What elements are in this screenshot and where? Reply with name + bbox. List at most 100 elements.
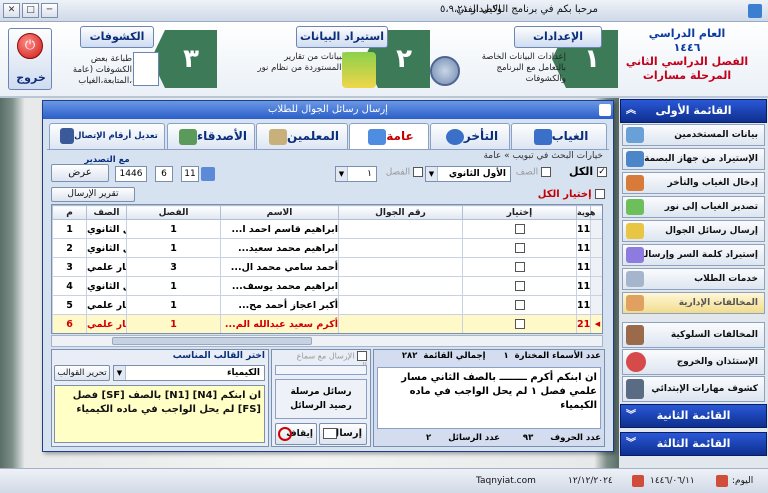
calendar-icon[interactable] xyxy=(201,167,215,181)
row-checkbox[interactable] xyxy=(514,224,525,234)
close-icon[interactable]: ✕ xyxy=(3,3,20,18)
edit-templates-button[interactable]: تحرير القوالب xyxy=(54,365,110,381)
row-checkbox[interactable] xyxy=(514,319,525,329)
tab-general[interactable]: عامة xyxy=(349,123,429,150)
term-value: الفصل الدراسي الثاني xyxy=(625,55,749,68)
table-row[interactable]: 2الأول الثانوي1ابراهيم محمد سعيد... 1116 xyxy=(52,238,602,258)
template-text[interactable]: ان ابنكم [N4] [N1] بالصف [SF] فصل [FS] ل… xyxy=(54,385,265,443)
col-header-index[interactable]: م xyxy=(52,205,87,220)
table-row[interactable]: 1الأول الثانوي1ابراهيم قاسم احمد ا...111… xyxy=(52,219,602,239)
date-day[interactable]: 11 xyxy=(181,166,199,182)
audio-checkbox[interactable] xyxy=(357,351,367,361)
title-bar: ✕ □ ─ الاصدار ٥،٩،٢١ مرحبا بكم في برنامج… xyxy=(0,0,768,22)
col-header-id[interactable]: هوية xyxy=(576,205,595,220)
all-checkbox[interactable] xyxy=(597,167,607,177)
breadcrumb: خيارات البحث في تبويب » عامة xyxy=(483,151,603,161)
table-row[interactable]: 3الثاني مسار علمي3أحمد سامي محمد ال...11… xyxy=(52,257,602,277)
send-report-button[interactable]: تقرير الإرسال xyxy=(51,187,135,202)
section-filter[interactable]: الفصل xyxy=(379,167,423,178)
date-month[interactable]: 6 xyxy=(155,166,173,182)
sidebar-item-skills[interactable]: كشوف مهارات الإبتدائي xyxy=(622,376,765,402)
date-year[interactable]: 1446 xyxy=(115,166,147,182)
stop-button[interactable]: إيقاف xyxy=(275,423,317,445)
col-header-phone[interactable]: رقم الجوال xyxy=(338,205,463,220)
sidebar-group-3[interactable]: ︾ القائمة الثالثة xyxy=(620,432,767,456)
row-checkbox[interactable] xyxy=(514,243,525,253)
row-indicator: ◀ xyxy=(590,314,602,333)
year-value: ١٤٤٦ xyxy=(673,41,701,54)
horizontal-scrollbar[interactable] xyxy=(51,335,603,347)
tab-edit-numbers[interactable]: تعديل أرقام الإتصال مع التصدير xyxy=(49,123,165,165)
row-checkbox[interactable] xyxy=(514,262,525,272)
cell-select[interactable] xyxy=(462,276,577,296)
sidebar-item-student-services[interactable]: خدمات الطلاب xyxy=(622,268,765,290)
grade-checkbox[interactable] xyxy=(541,167,551,177)
sidebar-group-2[interactable]: ︾ القائمة الثانية xyxy=(620,404,767,428)
col-header-section[interactable]: الفصل xyxy=(126,205,221,220)
absence-tab-icon xyxy=(533,128,552,145)
table-row[interactable]: 6الثاني مسار علمي1أكرم سعيد عبدالله الم.… xyxy=(52,314,602,333)
site-label[interactable]: Taqnyiat.com xyxy=(476,473,536,489)
section-checkbox[interactable] xyxy=(413,167,423,177)
col-header-select[interactable]: إختيار xyxy=(462,205,577,220)
sidebar-item-label: خدمات الطلاب xyxy=(694,274,758,284)
section-label: الفصل xyxy=(385,167,411,178)
cell-select[interactable] xyxy=(462,238,577,258)
minimize-icon[interactable]: ─ xyxy=(41,3,58,18)
cell-select[interactable] xyxy=(462,314,577,333)
reports-button[interactable]: الكشوفات xyxy=(80,26,154,48)
cell-select[interactable] xyxy=(462,295,577,315)
sidebar-item-passwords[interactable]: إستيراد كلمة السر وإرسالها xyxy=(622,244,765,266)
maximize-icon[interactable]: □ xyxy=(22,3,39,18)
template-value: الكيمياء xyxy=(226,368,260,378)
filter-all[interactable]: الكل xyxy=(551,165,607,183)
col-header-name[interactable]: الاسم xyxy=(220,205,339,220)
scroll-thumb[interactable] xyxy=(112,337,312,345)
cell-index: 3 xyxy=(52,257,87,277)
settings-button[interactable]: الإعدادات xyxy=(514,26,602,48)
sidebar-item-absence[interactable]: إدخال الغياب والتأخر xyxy=(622,172,765,194)
col-header-grade[interactable]: الصف xyxy=(86,205,127,220)
row-checkbox[interactable] xyxy=(514,281,525,291)
selected-count: ١ xyxy=(503,351,509,361)
printer-icon xyxy=(626,379,644,399)
tab-friends[interactable]: الأصدقاء xyxy=(167,123,255,149)
sidebar-item-fingerprint[interactable]: الإستيراد من جهاز البصمة xyxy=(622,148,765,170)
grade-select[interactable]: ▼ الأول الثانوي xyxy=(425,166,511,182)
gear-icon xyxy=(430,56,460,86)
sidebar-item-sms[interactable]: إرسال رسائل الجوال xyxy=(622,220,765,242)
sidebar-item-users[interactable]: بيانات المستخدمين xyxy=(622,124,765,146)
choose-all-checkbox[interactable] xyxy=(595,189,605,199)
cell-phone xyxy=(338,276,463,296)
sidebar-group-1[interactable]: ︽ القائمة الأولى xyxy=(620,99,767,123)
import-data-button[interactable]: استيراد البيانات xyxy=(296,26,388,48)
tab-teachers[interactable]: المعلمين xyxy=(256,123,348,149)
show-button[interactable]: عرض xyxy=(51,164,109,182)
template-select[interactable]: ▼ الكيمياء xyxy=(113,365,265,381)
tab-late[interactable]: التأخر xyxy=(430,123,510,149)
row-indicator xyxy=(590,219,602,239)
grade-filter[interactable]: الصف xyxy=(513,167,551,178)
envelope-icon xyxy=(323,428,337,439)
row-checkbox[interactable] xyxy=(514,300,525,310)
window-title: مرحبا بكم في برنامج الوكيل الفني xyxy=(456,4,598,15)
sidebar-item-behavior-violations[interactable]: المخالفات السلوكية xyxy=(622,322,765,348)
grade-label: الصف xyxy=(515,167,539,178)
send-button[interactable]: إرسال xyxy=(319,423,367,445)
exit-button[interactable]: ⏻ خروج xyxy=(8,28,52,90)
table-row[interactable]: 5الثالث مسار علمي1أكبر اعجاز أحمد مح... 1… xyxy=(52,295,602,315)
chars-label: عدد الحروف xyxy=(550,433,601,443)
row-indicator xyxy=(590,276,602,296)
cell-phone xyxy=(338,257,463,277)
cell-select[interactable] xyxy=(462,219,577,239)
sidebar-item-export-noor[interactable]: تصدير الغياب إلى نور xyxy=(622,196,765,218)
table-row[interactable]: 4الأول الثانوي1ابراهيم محمد يوسف... 1116 xyxy=(52,276,602,296)
sidebar-item-admin-violations[interactable]: المخالفات الإدارية xyxy=(622,292,765,314)
cell-id: 1116 xyxy=(576,257,591,277)
day-label: اليوم: xyxy=(732,476,754,486)
choose-all[interactable]: إختيار الكل xyxy=(517,189,605,200)
section-select[interactable]: ▼ ١ xyxy=(335,166,377,182)
tab-absence[interactable]: الغياب xyxy=(511,123,607,149)
cell-select[interactable] xyxy=(462,257,577,277)
sidebar-item-leave[interactable]: الإستئذان والخروج xyxy=(622,349,765,375)
